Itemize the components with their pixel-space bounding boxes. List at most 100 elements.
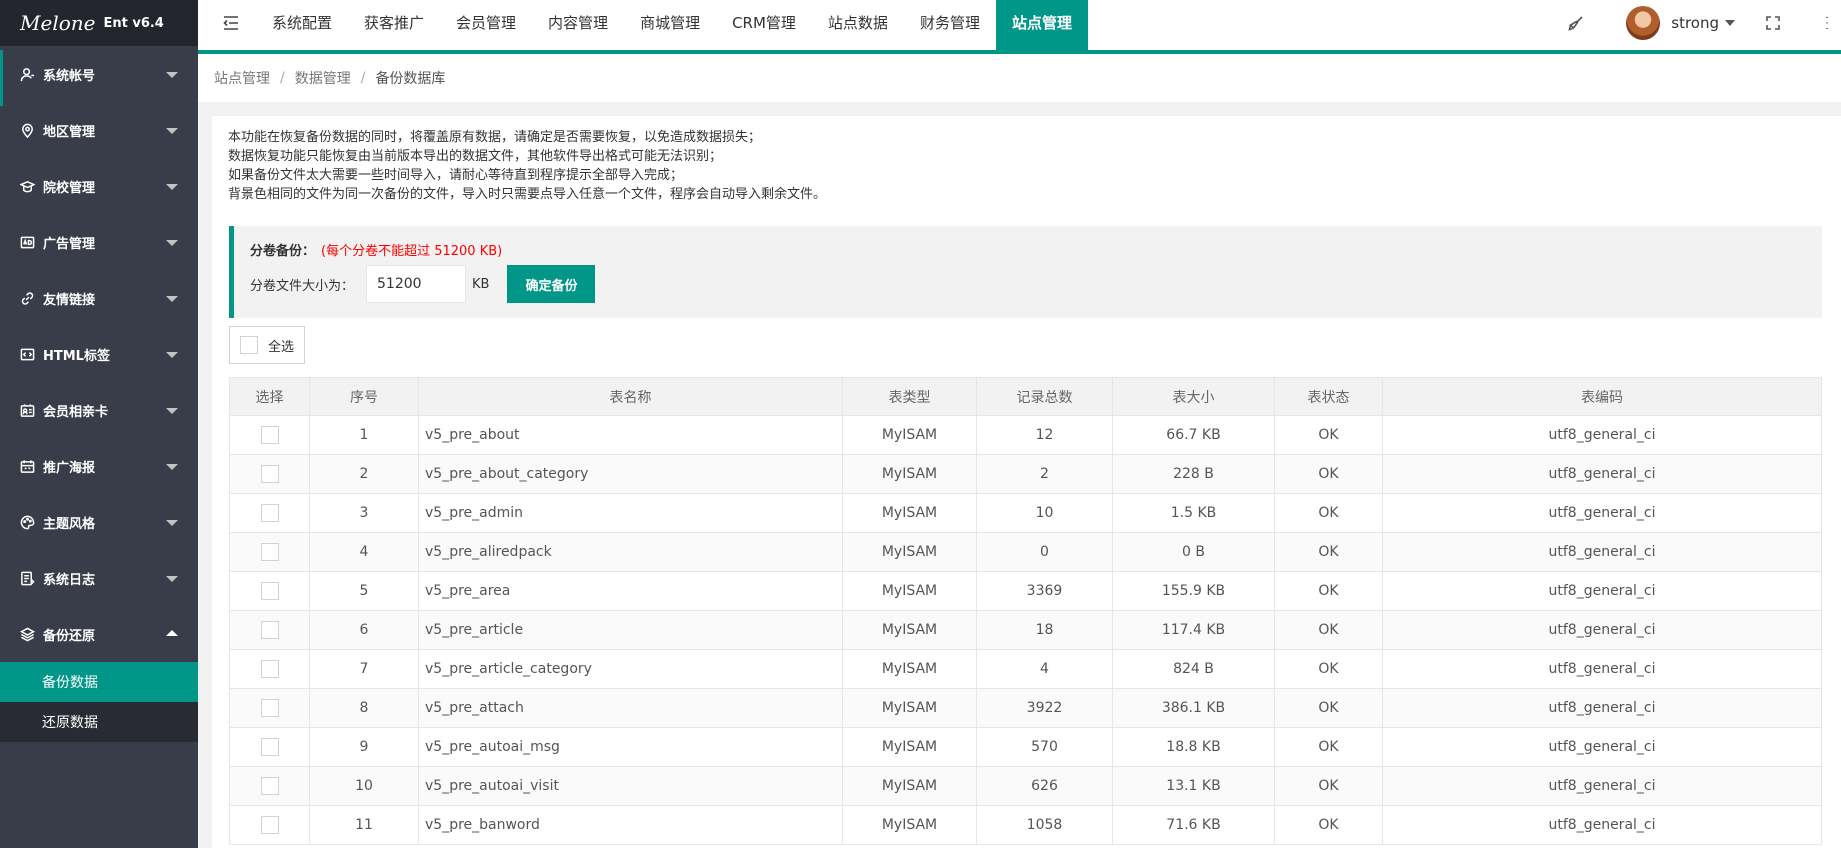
row-size: 71.6 KB [1112, 805, 1275, 845]
row-no: 5 [309, 571, 419, 611]
more-vertical-icon[interactable] [1817, 13, 1837, 33]
row-table-name: v5_pre_banword [418, 805, 843, 845]
sidebar-item-links[interactable]: 友情链接 [0, 270, 198, 326]
sidebar-submenu: 备份数据 还原数据 [0, 662, 198, 742]
row-size: 117.4 KB [1112, 610, 1275, 650]
column-header-encoding: 表编码 [1382, 377, 1822, 416]
row-size: 0 B [1112, 532, 1275, 572]
chevron-down-icon[interactable] [1725, 20, 1735, 26]
row-no: 2 [309, 454, 419, 494]
row-checkbox[interactable] [260, 621, 279, 639]
row-checkbox[interactable] [260, 738, 279, 756]
row-encoding: utf8_general_ci [1382, 727, 1822, 767]
brush-icon[interactable] [1566, 13, 1586, 33]
card-icon [18, 401, 36, 419]
sidebar-item-ads[interactable]: 广告管理 [0, 214, 198, 270]
row-checkbox[interactable] [260, 465, 279, 483]
sidebar-item-member-cards[interactable]: 会员相亲卡 [0, 382, 198, 438]
row-checkbox[interactable] [260, 777, 279, 795]
row-status: OK [1274, 610, 1383, 650]
row-select-cell [229, 649, 310, 689]
sidebar-item-schools[interactable]: 院校管理 [0, 158, 198, 214]
palette-icon [18, 513, 36, 531]
top-menu-mall[interactable]: 商城管理 [624, 0, 716, 52]
row-status: OK [1274, 649, 1383, 689]
row-table-name: v5_pre_autoai_msg [418, 727, 843, 767]
sidebar: Melone Ent v6.4 系统帐号 地区管理 院校管理 广告管理 友情链接… [0, 0, 198, 848]
column-header-select: 选择 [229, 377, 310, 416]
sidebar-item-backup-restore[interactable]: 备份还原 [0, 606, 198, 662]
sidebar-item-label: 广告管理 [43, 236, 96, 252]
row-count: 18 [976, 610, 1113, 650]
row-encoding: utf8_general_ci [1382, 610, 1822, 650]
sidebar-item-regions[interactable]: 地区管理 [0, 102, 198, 158]
top-menu-site-management[interactable]: 站点管理 [995, 0, 1088, 52]
checkbox-box [240, 336, 258, 354]
chevron-down-icon [166, 408, 178, 414]
top-menu: 系统配置 获客推广 会员管理 内容管理 商城管理 CRM管理 站点数据 财务管理… [256, 0, 1088, 52]
row-type: MyISAM [842, 610, 977, 650]
row-checkbox[interactable] [260, 816, 279, 834]
row-encoding: utf8_general_ci [1382, 571, 1822, 611]
row-status: OK [1274, 493, 1383, 533]
user-icon [18, 65, 36, 83]
row-no: 7 [309, 649, 419, 689]
volume-size-input[interactable] [366, 265, 467, 303]
sidebar-item-label: 会员相亲卡 [43, 404, 109, 420]
table-row: 6 v5_pre_article MyISAM 18 117.4 KB OK utf8_ge… [229, 610, 1822, 650]
select-all-checkbox[interactable]: 全选 [229, 326, 306, 364]
school-icon [18, 177, 36, 195]
sidebar-item-themes[interactable]: 主题风格 [0, 494, 198, 550]
notice-text: 本功能在恢复备份数据的同时，将覆盖原有数据，请确定是否需要恢复，以免造成数据损失… [228, 128, 1825, 204]
sidebar-subitem-backup-data[interactable]: 备份数据 [0, 662, 198, 702]
row-no: 9 [309, 727, 419, 767]
top-menu-crm[interactable]: CRM管理 [716, 0, 812, 52]
avatar[interactable] [1626, 6, 1661, 40]
notice-line: 如果备份文件太大需要一些时间导入，请耐心等待直到程序提示全部导入完成； [228, 168, 684, 183]
top-menu-promotion[interactable]: 获客推广 [348, 0, 440, 52]
row-checkbox[interactable] [260, 582, 279, 600]
breadcrumb-separator: / [360, 70, 366, 86]
row-checkbox[interactable] [260, 504, 279, 522]
row-count: 3922 [976, 688, 1113, 728]
breadcrumb-item-data-management[interactable]: 数据管理 [295, 68, 351, 88]
link-icon [18, 289, 36, 307]
row-select-cell [229, 610, 310, 650]
backup-title-label: 分卷备份： [250, 244, 316, 259]
row-no: 1 [309, 415, 419, 455]
topbar: 系统配置 获客推广 会员管理 内容管理 商城管理 CRM管理 站点数据 财务管理… [198, 0, 1841, 54]
row-status: OK [1274, 766, 1383, 806]
top-menu-site-data[interactable]: 站点数据 [812, 0, 904, 52]
chevron-down-icon [166, 72, 178, 78]
top-menu-system-config[interactable]: 系统配置 [256, 0, 348, 52]
row-checkbox[interactable] [260, 660, 279, 678]
row-select-cell [229, 415, 310, 455]
row-checkbox[interactable] [260, 699, 279, 717]
sidebar-item-logs[interactable]: 系统日志 [0, 550, 198, 606]
row-status: OK [1274, 805, 1383, 845]
backup-size-row: 分卷文件大小为： KB 确定备份 [250, 265, 1806, 303]
confirm-backup-button[interactable]: 确定备份 [507, 265, 596, 303]
sidebar-item-label: 备份还原 [43, 628, 96, 644]
sidebar-item-accounts[interactable]: 系统帐号 [0, 46, 198, 106]
sidebar-item-posters[interactable]: 推广海报 [0, 438, 198, 494]
chevron-down-icon [166, 184, 178, 190]
row-checkbox[interactable] [260, 426, 279, 444]
chevron-down-icon [166, 520, 178, 526]
top-menu-content[interactable]: 内容管理 [532, 0, 624, 52]
table-row: 8 v5_pre_attach MyISAM 3922 386.1 KB OK utf8_g… [229, 688, 1822, 728]
table-row: 10 v5_pre_autoai_visit MyISAM 626 13.1 KB OK u… [229, 766, 1822, 806]
row-type: MyISAM [842, 727, 977, 767]
poster-icon [18, 457, 36, 475]
menu-fold-icon[interactable] [222, 14, 240, 32]
sidebar-subitem-restore-data[interactable]: 还原数据 [0, 702, 198, 742]
notice-line: 背景色相同的文件为同一次备份的文件，导入时只需要点导入任意一个文件，程序会自动导… [228, 187, 827, 202]
username[interactable]: strong [1671, 14, 1719, 32]
top-menu-members[interactable]: 会员管理 [440, 0, 532, 52]
top-menu-finance[interactable]: 财务管理 [904, 0, 996, 52]
sidebar-item-html-tags[interactable]: HTML标签 [0, 326, 198, 382]
row-checkbox[interactable] [260, 543, 279, 561]
fullscreen-icon[interactable] [1763, 13, 1783, 33]
breadcrumb-item-site-management[interactable]: 站点管理 [214, 68, 270, 88]
row-table-name: v5_pre_aliredpack [418, 532, 843, 572]
